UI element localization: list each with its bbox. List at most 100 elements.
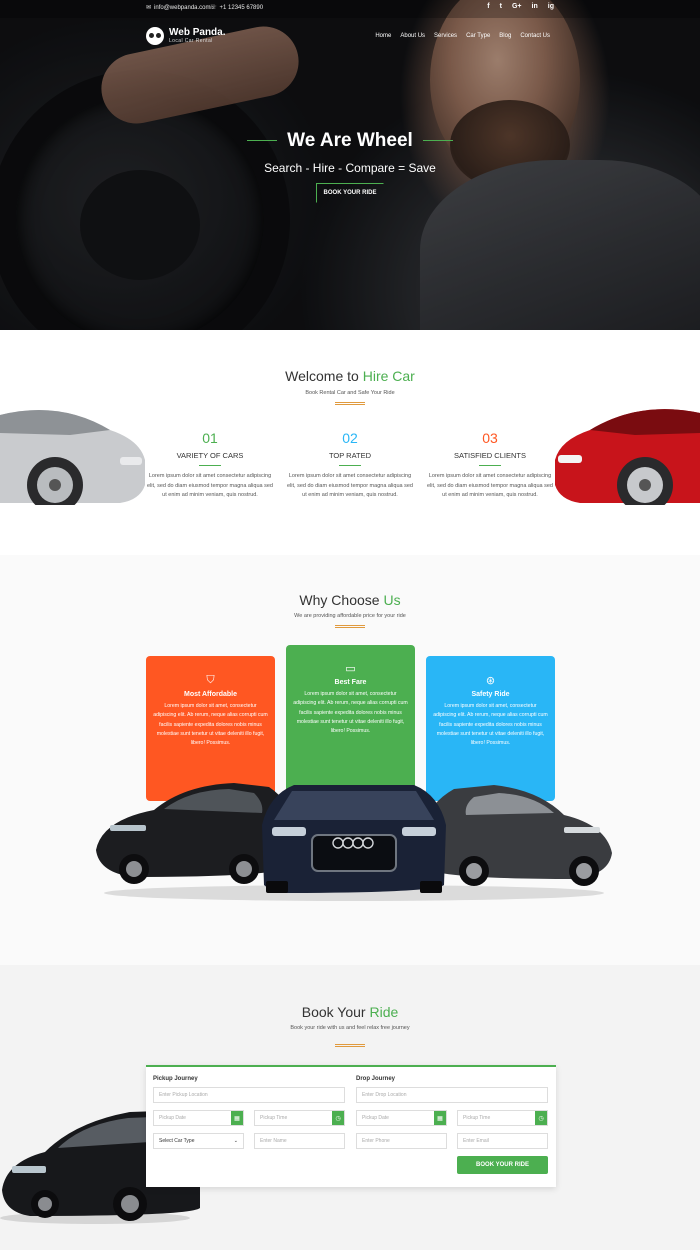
booking-divider — [335, 1044, 365, 1047]
stat-underline — [199, 465, 221, 466]
drop-date-input[interactable]: Pickup Date ▦ — [356, 1110, 447, 1126]
stat-number: 02 — [342, 430, 358, 446]
stat-description: Lorem ipsum dolor sit amet consectetur a… — [147, 473, 273, 498]
brand-tagline: Local Car Rental — [169, 38, 213, 44]
stat-variety: 01 VARIETY OF CARS Lorem ipsum dolor sit… — [145, 430, 275, 501]
booking-form: Pickup Journey Drop Journey Enter Pickup… — [146, 1065, 556, 1187]
topbar-phone-text: +1 12345 67890 — [219, 4, 264, 11]
booking-title-prefix: Book Your — [301, 1004, 366, 1020]
drop-heading: Drop Journey — [356, 1076, 396, 1082]
instagram-icon[interactable]: ig — [548, 3, 554, 10]
why-choose-section: Why Choose Us We are providing affordabl… — [0, 555, 700, 965]
stat-label: VARIETY OF CARS — [176, 451, 244, 460]
tag-icon: ⛉ — [206, 674, 215, 686]
nav-item-contact[interactable]: Contact Us — [520, 33, 550, 39]
pickup-time-placeholder: Pickup Time — [260, 1115, 288, 1121]
stat-top-rated: 02 TOP RATED Lorem ipsum dolor sit amet … — [285, 430, 415, 501]
red-car-image — [555, 409, 700, 505]
cars-lineup-image — [96, 783, 612, 901]
google-plus-icon[interactable]: G+ — [512, 3, 522, 10]
welcome-title-prefix: Welcome to — [285, 368, 359, 384]
why-subtitle: We are providing affordable price for yo… — [294, 613, 406, 619]
stat-underline — [339, 465, 361, 466]
why-title-prefix: Why Choose — [299, 592, 380, 608]
stat-underline — [479, 465, 501, 466]
booking-section: Book Your Ride Book your ride with us an… — [0, 965, 700, 1250]
hero-line-left — [247, 140, 278, 141]
booking-subtitle: Book your ride with us and feel relax fr… — [290, 1025, 410, 1031]
welcome-title-accent: Hire Car — [362, 368, 415, 384]
chevron-down-icon: ⌄ — [233, 1138, 238, 1144]
card-text: Lorem ipsum dolor sit amet, consectetur … — [153, 703, 268, 747]
pickup-heading: Pickup Journey — [153, 1076, 198, 1082]
stat-description: Lorem ipsum dolor sit amet consectetur a… — [427, 473, 553, 498]
nav-item-car-type[interactable]: Car Type — [466, 33, 490, 39]
pickup-time-input[interactable]: Pickup Time ◷ — [254, 1110, 345, 1126]
drop-time-input[interactable]: Pickup Time ◷ — [457, 1110, 548, 1126]
brand-name: Web Panda. — [169, 27, 226, 38]
nav-item-about[interactable]: About Us — [400, 33, 425, 39]
welcome-section: Welcome to Hire Car Book Rental Car and … — [0, 330, 700, 555]
topbar-email-text: info@webpanda.com — [154, 4, 211, 11]
nav-item-blog[interactable]: Blog — [499, 33, 511, 39]
stat-number: 01 — [202, 430, 218, 446]
calendar-icon[interactable]: ▦ — [231, 1111, 243, 1125]
facebook-icon[interactable]: f — [487, 3, 489, 10]
pickup-date-input[interactable]: Pickup Date ▦ — [153, 1110, 244, 1126]
book-ride-submit-button[interactable]: BOOK YOUR RIDE — [457, 1156, 548, 1174]
stat-label: SATISFIED CLIENTS — [454, 451, 526, 460]
envelope-icon: ✉ — [146, 5, 152, 11]
welcome-subtitle: Book Rental Car and Safe Your Ride — [305, 390, 395, 396]
hero-subtitle: Search - Hire - Compare = Save — [264, 161, 436, 175]
car-type-value: Select Car Type — [159, 1138, 195, 1144]
pickup-location-input[interactable]: Enter Pickup Location — [153, 1087, 345, 1103]
card-title: Safety Ride — [471, 691, 510, 698]
phone-input[interactable]: Enter Phone — [356, 1133, 447, 1149]
topbar — [0, 0, 700, 18]
hero-title: We Are Wheel — [287, 129, 413, 151]
stat-label: TOP RATED — [328, 451, 372, 460]
why-title: Why Choose Us — [0, 592, 700, 608]
welcome-divider — [335, 402, 365, 405]
clock-icon[interactable]: ◷ — [332, 1111, 344, 1125]
panda-icon — [146, 27, 164, 45]
nav-item-home[interactable]: Home — [375, 33, 391, 39]
silver-car-image — [0, 410, 145, 505]
card-title: Most Affordable — [183, 691, 238, 698]
social-links: f t G+ in ig — [487, 3, 554, 10]
calendar-icon[interactable]: ▦ — [434, 1111, 446, 1125]
pickup-date-placeholder: Pickup Date — [159, 1115, 186, 1121]
twitter-icon[interactable]: t — [500, 3, 502, 10]
stat-satisfied: 03 SATISFIED CLIENTS Lorem ipsum dolor s… — [425, 430, 555, 501]
why-title-accent: Us — [383, 592, 401, 608]
why-divider — [335, 625, 365, 628]
stat-description: Lorem ipsum dolor sit amet consectetur a… — [287, 473, 413, 498]
drop-date-placeholder: Pickup Date — [362, 1115, 389, 1121]
topbar-phone[interactable]: ☏ +1 12345 67890 — [209, 4, 264, 12]
nav-item-services[interactable]: Services — [434, 33, 457, 39]
card-text: Lorem ipsum dolor sit amet, consectetur … — [293, 691, 408, 735]
drop-location-input[interactable]: Enter Drop Location — [356, 1087, 548, 1103]
card-text: Lorem ipsum dolor sit amet, consectetur … — [433, 703, 548, 747]
linkedin-icon[interactable]: in — [532, 3, 538, 10]
hero-section: ✉ info@webpanda.com ☏ +1 12345 67890 f t… — [0, 0, 700, 330]
name-input[interactable]: Enter Name — [254, 1133, 345, 1149]
email-input[interactable]: Enter Email — [457, 1133, 548, 1149]
drop-time-placeholder: Pickup Time — [463, 1115, 491, 1121]
wallet-icon: ▭ — [345, 663, 356, 675]
clock-icon[interactable]: ◷ — [535, 1111, 547, 1125]
card-title: Best Fare — [334, 679, 367, 686]
brand-logo[interactable]: Web Panda. Local Car Rental — [146, 27, 226, 45]
car-type-select[interactable]: Select Car Type ⌄ — [153, 1133, 244, 1149]
topbar-email[interactable]: ✉ info@webpanda.com — [146, 4, 211, 12]
hero-line-right — [422, 140, 453, 141]
hero-heading: We Are Wheel — [0, 128, 700, 152]
book-your-ride-button[interactable]: BOOK YOUR RIDE — [316, 183, 384, 203]
main-nav: Home About Us Services Car Type Blog Con… — [375, 33, 550, 39]
welcome-title: Welcome to Hire Car — [0, 368, 700, 384]
booking-title-accent: Ride — [369, 1004, 399, 1020]
booking-title: Book Your Ride — [0, 1004, 700, 1020]
steering-wheel-icon: ⊛ — [485, 675, 496, 687]
stat-number: 03 — [482, 430, 498, 446]
phone-icon: ☏ — [209, 5, 217, 11]
